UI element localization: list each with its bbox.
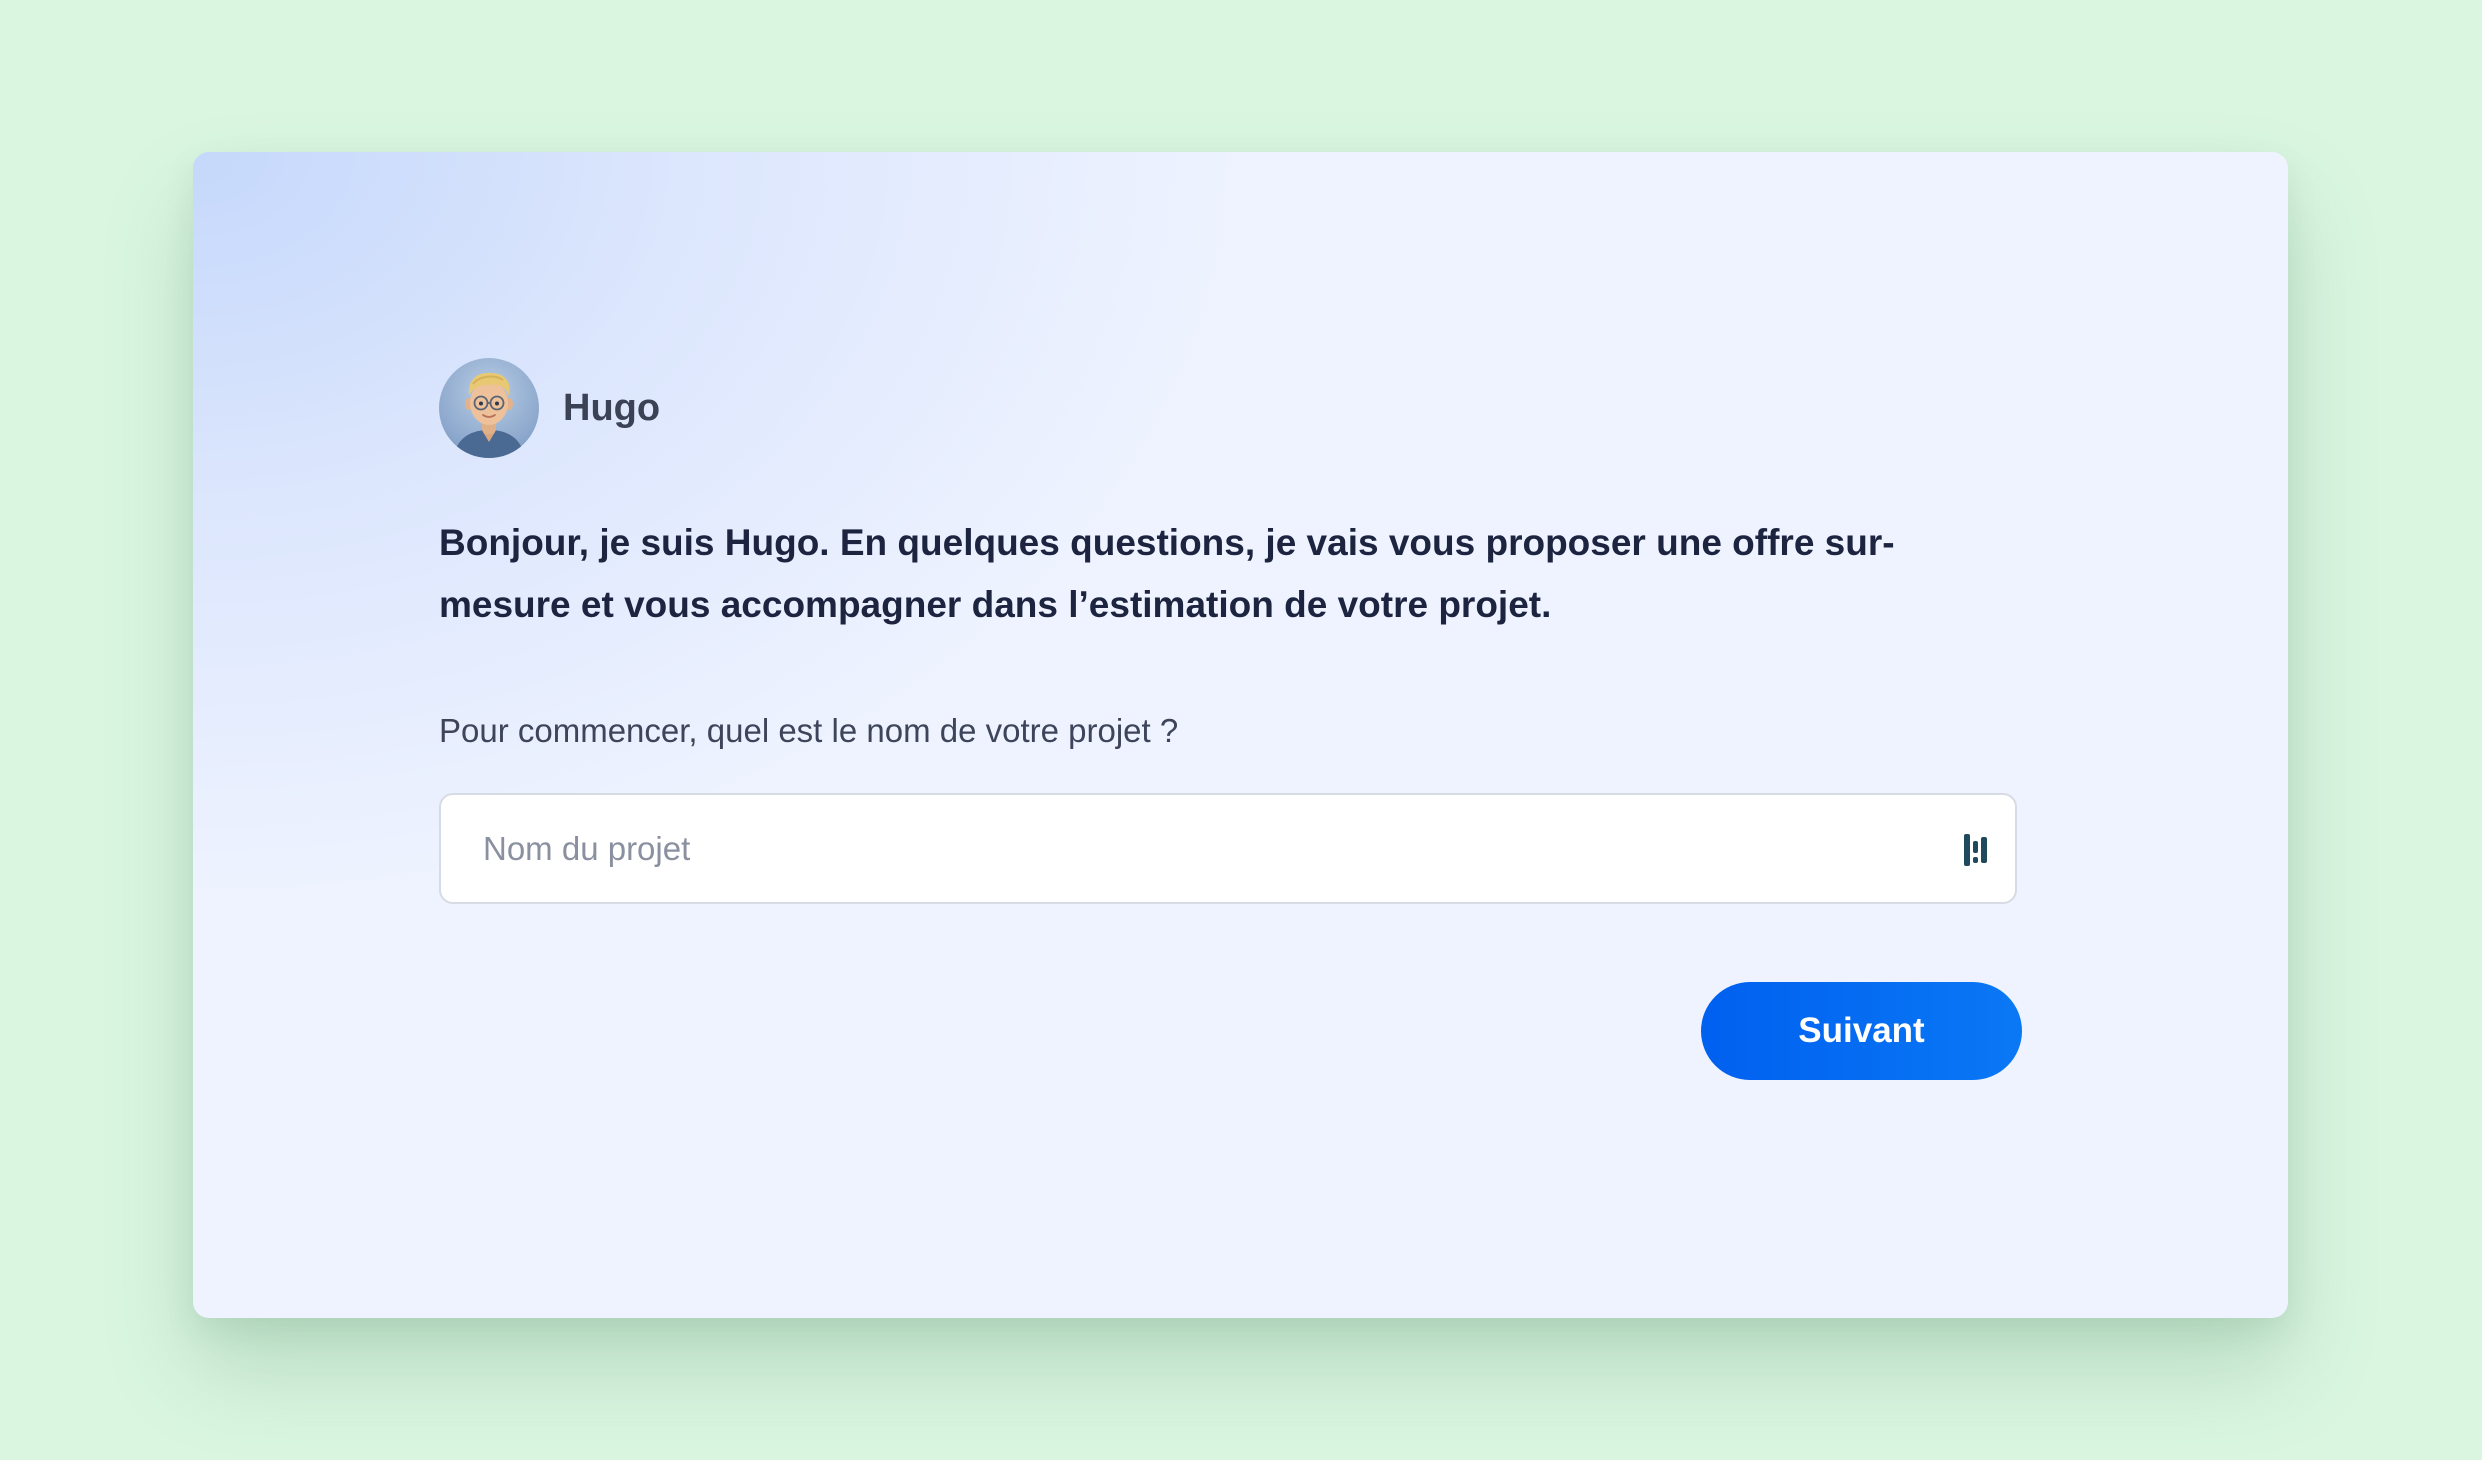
agent-header: Hugo: [439, 358, 660, 458]
password-manager-icon[interactable]: [1963, 833, 1989, 867]
avatar: [439, 358, 539, 458]
project-name-field: [439, 793, 2017, 904]
project-name-input[interactable]: [441, 795, 2015, 902]
next-button[interactable]: Suivant: [1701, 982, 2022, 1080]
project-name-question: Pour commencer, quel est le nom de votre…: [439, 712, 1179, 749]
intro-message: Bonjour, je suis Hugo. En quelques quest…: [439, 522, 1895, 625]
agent-name: Hugo: [563, 386, 661, 429]
onboarding-card: Hugo Bonjour, je suis Hugo. En quelques …: [193, 152, 2288, 1318]
memoji-avatar-icon: [453, 372, 525, 458]
